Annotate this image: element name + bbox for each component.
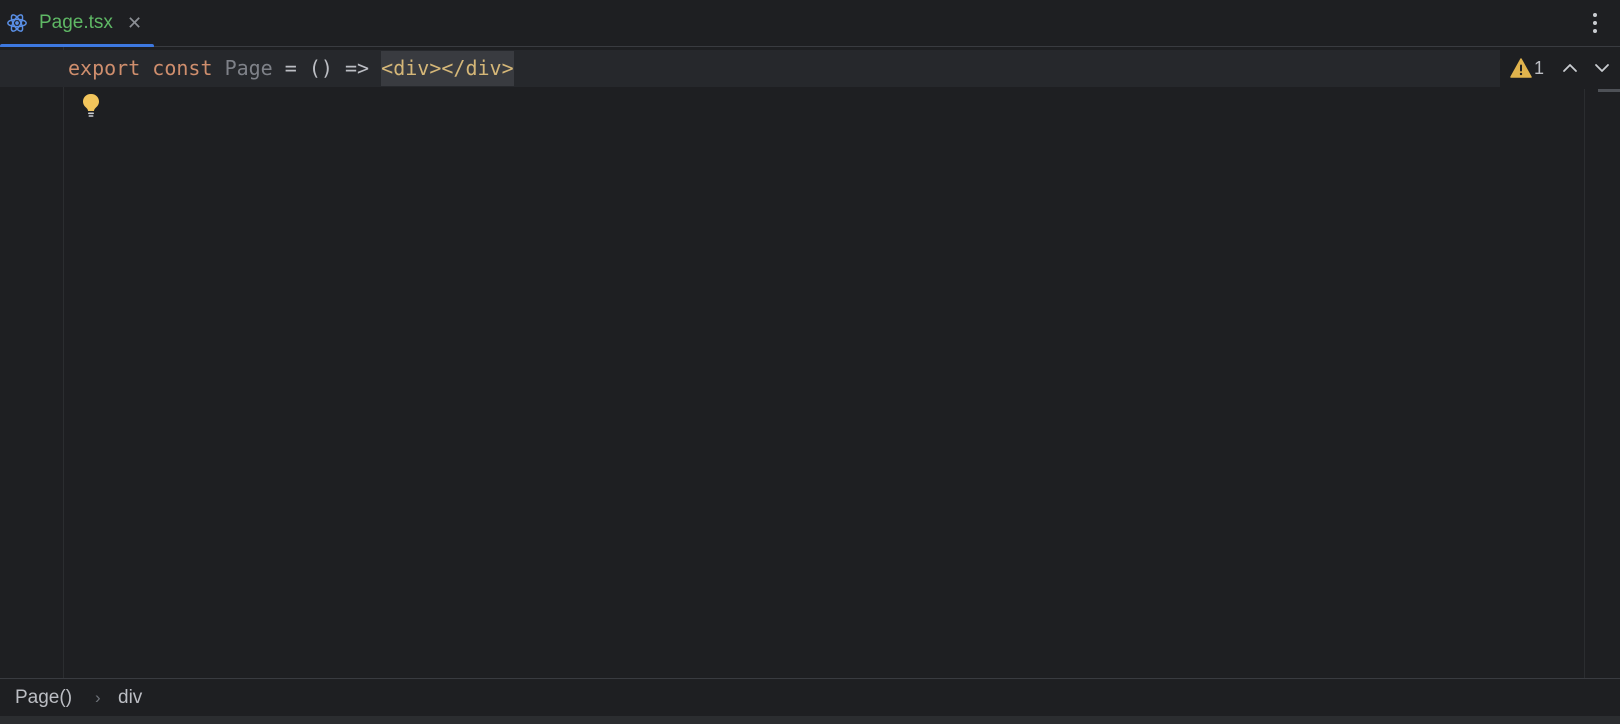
operator-equals: = [284, 56, 297, 80]
breadcrumb-item-div[interactable]: div [118, 686, 142, 710]
code-editor[interactable]: export const Page = () => <div></div> 1 [0, 47, 1620, 678]
status-strip [0, 716, 1620, 724]
code-line-1[interactable]: export const Page = () => <div></div> [68, 51, 514, 86]
chevron-up-icon[interactable] [1560, 58, 1580, 78]
breadcrumb-item-page[interactable]: Page() [15, 686, 72, 710]
parentheses: () [308, 56, 333, 80]
identifier-page: Page [224, 56, 273, 80]
jsx-element-highlight: <div></div> [381, 51, 514, 86]
react-icon [7, 14, 27, 32]
close-icon[interactable]: ✕ [127, 11, 142, 35]
tab-page-tsx[interactable]: Page.tsx ✕ [0, 0, 154, 48]
breadcrumb: Page() › div [0, 678, 1620, 716]
scrollbar-marker[interactable] [1598, 89, 1620, 92]
editor-tab-bar: Page.tsx ✕ [0, 0, 1620, 48]
ide-window: Page.tsx ✕ export const Page = () => <di… [0, 0, 1620, 724]
right-margin-separator [1584, 89, 1585, 678]
inspection-widget: 1 [1500, 52, 1618, 84]
lightbulb-icon[interactable] [80, 92, 102, 120]
more-vertical-icon[interactable] [1588, 11, 1602, 35]
gutter-separator [63, 47, 64, 678]
warning-count: 1 [1534, 58, 1545, 78]
keyword-export: export [68, 56, 141, 80]
keyword-const: const [152, 56, 213, 80]
breadcrumb-separator: › [95, 688, 101, 707]
warning-icon[interactable] [1510, 57, 1532, 79]
chevron-down-icon[interactable] [1592, 58, 1612, 78]
tab-label: Page.tsx [39, 12, 113, 33]
arrow-operator: => [345, 56, 370, 80]
